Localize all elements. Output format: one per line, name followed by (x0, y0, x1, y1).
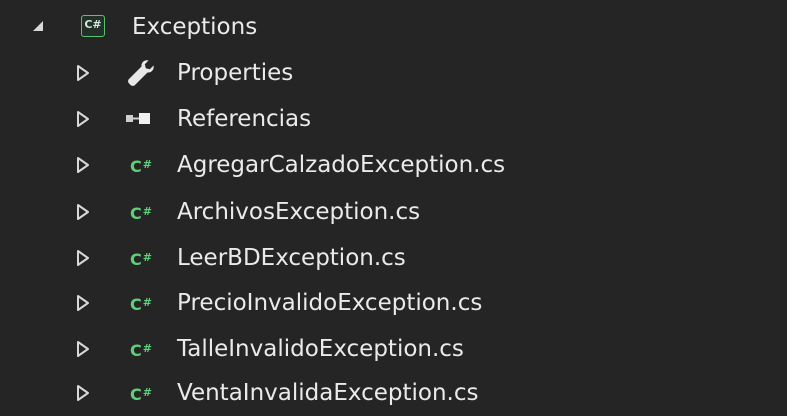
references-icon (126, 96, 158, 142)
item-label: PrecioInvalidoException.cs (177, 290, 483, 316)
collapsed-arrow-icon[interactable] (71, 326, 95, 372)
collapsed-arrow-icon[interactable] (71, 142, 95, 188)
item-label: Referencias (177, 106, 312, 132)
tree-row-file[interactable]: C# AgregarCalzadoException.cs (0, 142, 787, 188)
csharp-sharp: # (142, 158, 152, 171)
item-label: TalleInvalidoException.cs (177, 336, 464, 362)
project-label: Exceptions (132, 14, 258, 40)
csharp-sharp: # (142, 296, 152, 309)
item-label: AgregarCalzadoException.cs (177, 152, 506, 178)
csharp-file-icon: C# (130, 235, 164, 281)
csharp-sharp: # (142, 251, 152, 264)
csharp-glyph: C (130, 250, 142, 269)
csharp-project-glyph: C# (84, 18, 102, 31)
tree-row-file[interactable]: C# LeerBDException.cs (0, 235, 787, 281)
csharp-file-icon: C# (130, 326, 164, 372)
item-label: LeerBDException.cs (177, 245, 406, 271)
expanded-arrow-icon[interactable] (26, 4, 50, 50)
csharp-glyph: C (130, 295, 142, 314)
csharp-sharp: # (142, 386, 152, 399)
wrench-icon (126, 50, 158, 96)
collapsed-arrow-icon[interactable] (71, 96, 95, 142)
csharp-sharp: # (142, 205, 152, 218)
tree-row-references[interactable]: Referencias (0, 96, 787, 142)
collapsed-arrow-icon[interactable] (71, 235, 95, 281)
item-label: VentaInvalidaException.cs (177, 380, 479, 406)
csharp-sharp: # (142, 342, 152, 355)
collapsed-arrow-icon[interactable] (71, 189, 95, 235)
csharp-glyph: C (130, 385, 142, 404)
tree-row-file[interactable]: C# VentaInvalidaException.cs (0, 370, 787, 416)
collapsed-arrow-icon[interactable] (71, 50, 95, 96)
tree-row-properties[interactable]: Properties (0, 50, 787, 96)
csharp-file-icon: C# (130, 370, 164, 416)
item-label: ArchivosException.cs (177, 199, 421, 225)
collapsed-arrow-icon[interactable] (71, 280, 95, 326)
tree-row-file[interactable]: C# ArchivosException.cs (0, 189, 787, 235)
csharp-glyph: C (130, 157, 142, 176)
csharp-file-icon: C# (130, 189, 164, 235)
tree-row-file[interactable]: C# PrecioInvalidoException.cs (0, 280, 787, 326)
csharp-glyph: C (130, 204, 142, 223)
csharp-glyph: C (130, 341, 142, 360)
tree-row-file[interactable]: C# TalleInvalidoException.cs (0, 326, 787, 372)
csharp-project-icon: C# (81, 4, 111, 50)
csharp-file-icon: C# (130, 142, 164, 188)
item-label: Properties (177, 60, 294, 86)
collapsed-arrow-icon[interactable] (71, 370, 95, 416)
solution-explorer-tree: C# Exceptions Properties Referencias C# … (0, 0, 787, 416)
csharp-file-icon: C# (130, 280, 164, 326)
tree-row-project[interactable]: C# Exceptions (0, 4, 787, 50)
